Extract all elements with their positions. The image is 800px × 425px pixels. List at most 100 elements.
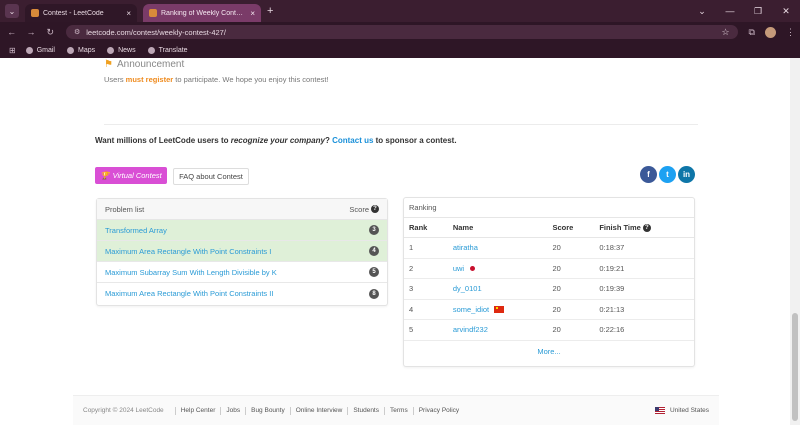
window-controls: ⌄ — ❐ ✕ [688,0,800,22]
news-icon [107,46,115,54]
rank-cell: 2 [409,263,414,273]
twitter-icon[interactable]: t [659,166,676,183]
footer-link-privacy-policy[interactable]: Privacy Policy [419,407,459,414]
tab-title: Ranking of Weekly Contest 427 [161,9,246,17]
tab-search-icon[interactable]: ⌄ [5,4,19,18]
close-tab-icon[interactable]: × [250,9,255,18]
footer-separator [220,406,222,415]
leetcode-favicon-icon [31,9,39,17]
apps-grid-icon[interactable]: ⊞ [9,46,16,55]
footer-separator [245,406,247,415]
footer-link-online-interview[interactable]: Online Interview [296,407,343,414]
score-column-header: Score [552,223,574,232]
finish-time-column-header: Finish Time [599,223,641,232]
japan-flag-icon [470,265,476,271]
tab-list-icon[interactable]: ⌄ [688,6,716,17]
bookmarks-bar: ⊞ Gmail Maps News Translate [0,42,800,58]
tab-ranking[interactable]: Ranking of Weekly Contest 427 × [143,4,261,22]
time-cell: 0:19:21 [599,263,625,273]
rank-cell: 1 [409,243,414,253]
minimize-icon[interactable]: — [716,6,744,16]
faq-button[interactable]: FAQ about Contest [173,168,249,185]
forward-icon[interactable]: → [23,27,38,37]
user-link[interactable]: uwi [453,264,464,273]
new-tab-button[interactable]: + [267,5,273,17]
linkedin-icon[interactable]: in [678,166,695,183]
bookmark-maps[interactable]: Maps [66,46,95,54]
announcement-text: Users must register to participate. We h… [104,75,329,84]
reload-icon[interactable]: ↻ [43,27,58,38]
rank-cell: 5 [409,325,414,335]
time-cell: 0:21:13 [599,304,625,314]
problem-name[interactable]: Maximum Subarray Sum With Length Divisib… [105,268,369,277]
problem-name[interactable]: Transformed Array [105,226,369,235]
help-icon[interactable]: ? [642,223,651,232]
bookmark-gmail[interactable]: Gmail [25,46,55,54]
name-column-header: Name [452,223,474,232]
ranking-row: 5 arvindf232 20 0:22:16 [404,320,694,341]
us-flag-icon [654,407,665,414]
problem-row[interactable]: Maximum Area Rectangle With Point Constr… [97,283,387,304]
footer-separator [347,406,349,415]
rank-column-header: Rank [409,223,428,232]
score-cell: 20 [552,304,561,314]
tab-contest[interactable]: Contest - LeetCode × [25,4,137,22]
problem-row[interactable]: Maximum Area Rectangle With Point Constr… [97,241,387,262]
problem-name[interactable]: Maximum Area Rectangle With Point Constr… [105,289,369,298]
user-link[interactable]: dy_0101 [453,284,482,293]
ranking-row: 2 uwi 20 0:19:21 [404,259,694,279]
bookmark-news[interactable]: News [107,46,136,54]
footer-link-bug-bounty[interactable]: Bug Bounty [251,407,285,414]
ranking-row: 3 dy_0101 20 0:19:39 [404,279,694,300]
footer-link-terms[interactable]: Terms [390,407,408,414]
problem-row[interactable]: Maximum Subarray Sum With Length Divisib… [97,262,387,283]
flag-icon: ⚑ [104,59,113,70]
facebook-icon[interactable]: f [640,166,657,183]
profile-avatar[interactable] [764,26,776,38]
footer-separator [174,406,176,415]
more-ranking-link[interactable]: More... [404,341,694,363]
score-cell: 20 [552,325,561,335]
leetcode-favicon-icon [149,9,157,17]
time-cell: 0:19:39 [599,284,625,294]
announcement-title: ⚑ Announcement [104,59,185,70]
bookmark-translate[interactable]: Translate [147,46,188,54]
footer: Copyright © 2024 LeetCode Help Center Jo… [73,395,719,425]
ranking-panel: Ranking Rank Name Score Finish Time? 1 a… [403,197,695,367]
problem-name[interactable]: Maximum Area Rectangle With Point Constr… [105,247,369,256]
footer-link-students[interactable]: Students [353,407,379,414]
footer-separator [289,406,291,415]
region-selector[interactable]: United States [654,407,709,414]
page-scrollbar[interactable] [790,58,800,425]
extensions-icon[interactable]: ⧉ [749,27,755,38]
virtual-contest-button[interactable]: 🏆 Virtual Contest [95,167,167,184]
problem-row[interactable]: Transformed Array 3 [97,220,387,241]
user-link[interactable]: atiratha [453,243,478,252]
ranking-header: Ranking [404,198,694,218]
menu-icon[interactable]: ⋮ [786,27,795,38]
user-link[interactable]: arvindf232 [453,325,488,334]
problem-score-badge: 5 [369,267,379,277]
score-header: Score [349,204,369,214]
close-tab-icon[interactable]: × [126,9,131,18]
footer-link-jobs[interactable]: Jobs [226,407,240,414]
scrollbar-thumb[interactable] [792,313,798,421]
help-icon[interactable]: ? [371,205,379,213]
user-link[interactable]: some_idiot [453,305,489,314]
register-link[interactable]: must register [126,75,174,84]
score-cell: 20 [552,243,561,253]
contact-us-link[interactable]: Contact us [332,136,373,145]
rank-cell: 3 [409,284,414,294]
ranking-columns: Rank Name Score Finish Time? [404,218,694,238]
maximize-icon[interactable]: ❐ [744,6,772,17]
close-window-icon[interactable]: ✕ [772,6,800,17]
footer-link-help-center[interactable]: Help Center [181,407,216,414]
bookmark-star-icon[interactable]: ☆ [721,27,729,38]
site-info-icon[interactable]: ⚙ [74,28,80,36]
address-bar[interactable]: ⚙ leetcode.com/contest/weekly-contest-42… [65,25,738,39]
ranking-row: 1 atiratha 20 0:18:37 [404,238,694,259]
copyright-text: Copyright © 2024 LeetCode [83,407,164,414]
sponsor-text: Want millions of LeetCode users to recog… [95,136,457,145]
score-cell: 20 [552,263,561,273]
back-icon[interactable]: ← [4,27,19,37]
